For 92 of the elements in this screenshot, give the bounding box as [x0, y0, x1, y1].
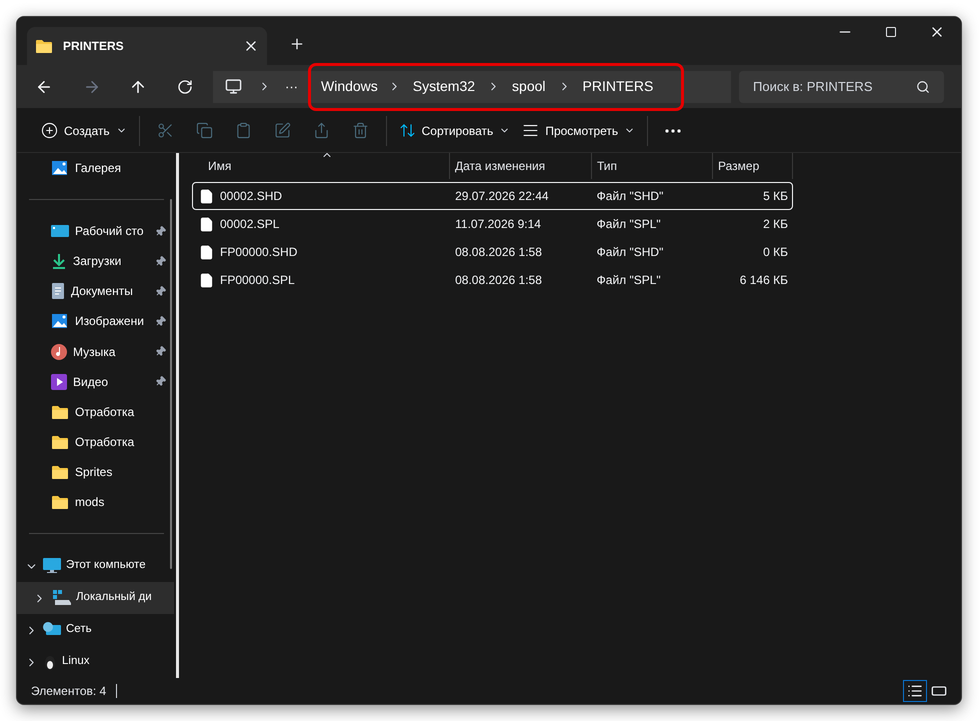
maximize-icon[interactable]	[885, 26, 897, 38]
nav-item[interactable]: Отработка	[17, 426, 176, 457]
folder-icon	[51, 464, 69, 480]
delete-icon	[352, 122, 369, 139]
folder-icon	[35, 38, 53, 54]
search-icon	[916, 80, 930, 94]
file-row[interactable]: FP00000.SHD 08.08.2026 1:58 Файл "SHD" 0 КБ	[192, 238, 793, 266]
tree-item[interactable]: Сеть	[17, 614, 174, 646]
tree-label: Этот компьюте	[66, 558, 146, 574]
file-icon	[199, 272, 214, 288]
drive-icon	[51, 590, 71, 606]
new-tab-icon[interactable]	[289, 36, 305, 52]
breadcrumb[interactable]: spool	[506, 76, 552, 97]
scrollbar[interactable]	[170, 199, 172, 569]
column-header[interactable]: Дата изменения	[450, 153, 592, 179]
file-name: FP00000.SPL	[220, 272, 295, 289]
tree-label: Linux	[62, 654, 90, 670]
copy-icon	[196, 122, 213, 139]
size-cell-text: 0 КБ	[762, 244, 789, 261]
nav-item[interactable]: Рабочий сто	[17, 216, 176, 246]
nav-item[interactable]: Изображени	[17, 306, 176, 336]
nav-item[interactable]: Отработка	[17, 396, 176, 427]
view-icon	[522, 122, 540, 139]
size-cell-text: 5 КБ	[762, 188, 789, 205]
picture-icon	[51, 313, 69, 330]
video-icon	[51, 374, 67, 390]
tab-title: PRINTERS	[63, 38, 125, 55]
column-header[interactable]: Размер	[713, 153, 793, 179]
column-header[interactable]: Имя	[192, 153, 450, 179]
nav-item[interactable]: Документы	[17, 276, 176, 306]
size-cell-text: 6 146 КБ	[738, 272, 789, 289]
date-cell-text: 08.08.2026 1:58	[454, 272, 543, 289]
tree-label: Локальный ди	[76, 590, 152, 606]
details-view-button[interactable]	[903, 680, 927, 702]
size-cell-text: 2 КБ	[762, 216, 789, 233]
list-icon	[907, 683, 923, 699]
type-cell-text: Файл "SHD"	[596, 188, 664, 205]
date-cell-text: 11.07.2026 9:14	[454, 216, 542, 233]
refresh-icon[interactable]	[177, 78, 193, 94]
date-cell-text: 08.08.2026 1:58	[454, 244, 543, 261]
download-icon	[51, 253, 67, 270]
nav-item[interactable]: mods	[17, 487, 176, 518]
file-row[interactable]: FP00000.SPL 08.08.2026 1:58 Файл "SPL" 6 146 КБ	[192, 266, 793, 294]
file-name: 00002.SHD	[220, 188, 282, 205]
date-cell-text: 29.07.2026 22:44	[454, 188, 550, 205]
breadcrumb[interactable]: Windows	[317, 76, 382, 97]
more-icon	[665, 128, 682, 132]
nav-item[interactable]: Видео	[17, 366, 176, 397]
breadcrumb[interactable]: System32	[406, 76, 482, 97]
document-icon	[51, 283, 65, 300]
file-icon	[199, 216, 214, 232]
tree-item[interactable]: Этот компьюте	[17, 550, 174, 582]
tree-item[interactable]: Linux	[17, 646, 174, 678]
gallery-icon	[51, 160, 69, 176]
folder-icon	[51, 404, 69, 420]
file-name: FP00000.SHD	[220, 244, 298, 261]
tree-item[interactable]: Локальный ди	[17, 582, 174, 614]
nav-item[interactable]: Sprites	[17, 456, 176, 488]
cut-icon	[156, 122, 174, 139]
tab[interactable]: PRINTERS	[27, 27, 267, 65]
file-name: 00002.SPL	[220, 216, 280, 233]
breadcrumb[interactable]: ···	[281, 76, 302, 96]
nav-item[interactable]: Загрузки	[17, 246, 176, 276]
sort-button[interactable]: Сортировать	[392, 114, 516, 146]
type-cell-text: Файл "SPL"	[596, 272, 662, 289]
view-button[interactable]: Просмотреть	[516, 114, 642, 146]
nav-item[interactable]: Музыка	[17, 336, 176, 367]
plus-icon	[41, 122, 58, 139]
breadcrumb[interactable]: PRINTERS	[576, 76, 660, 97]
file-row[interactable]: 00002.SPL 11.07.2026 9:14 Файл "SPL" 2 КБ	[192, 210, 793, 238]
music-icon	[51, 344, 67, 360]
type-cell-text: Файл "SPL"	[596, 216, 662, 233]
nav-item[interactable]: Галерея	[17, 153, 176, 184]
address-bar[interactable]: ··· Windows System32 spool PRINTERS	[213, 62, 731, 110]
item-count: Элементов: 4	[31, 683, 106, 700]
paste-icon	[234, 122, 252, 139]
tree-label: Сеть	[66, 622, 92, 638]
rename-icon	[274, 122, 291, 139]
computer-icon	[225, 78, 242, 95]
folder-icon	[51, 434, 69, 450]
file-icon	[199, 244, 214, 260]
file-row[interactable]: 00002.SHD 29.07.2026 22:44 Файл "SHD" 5 КБ	[192, 182, 793, 210]
type-cell-text: Файл "SHD"	[596, 244, 664, 261]
file-icon	[199, 188, 214, 204]
sort-icon	[398, 122, 416, 139]
computer-icon	[43, 558, 61, 574]
column-header[interactable]: Тип	[592, 153, 713, 179]
search-field[interactable]: Поиск в: PRINTERS	[739, 70, 944, 102]
share-icon	[312, 122, 330, 139]
create-button[interactable]: Создать	[35, 114, 133, 146]
folder-icon	[51, 494, 69, 510]
desktop-icon	[51, 224, 69, 238]
